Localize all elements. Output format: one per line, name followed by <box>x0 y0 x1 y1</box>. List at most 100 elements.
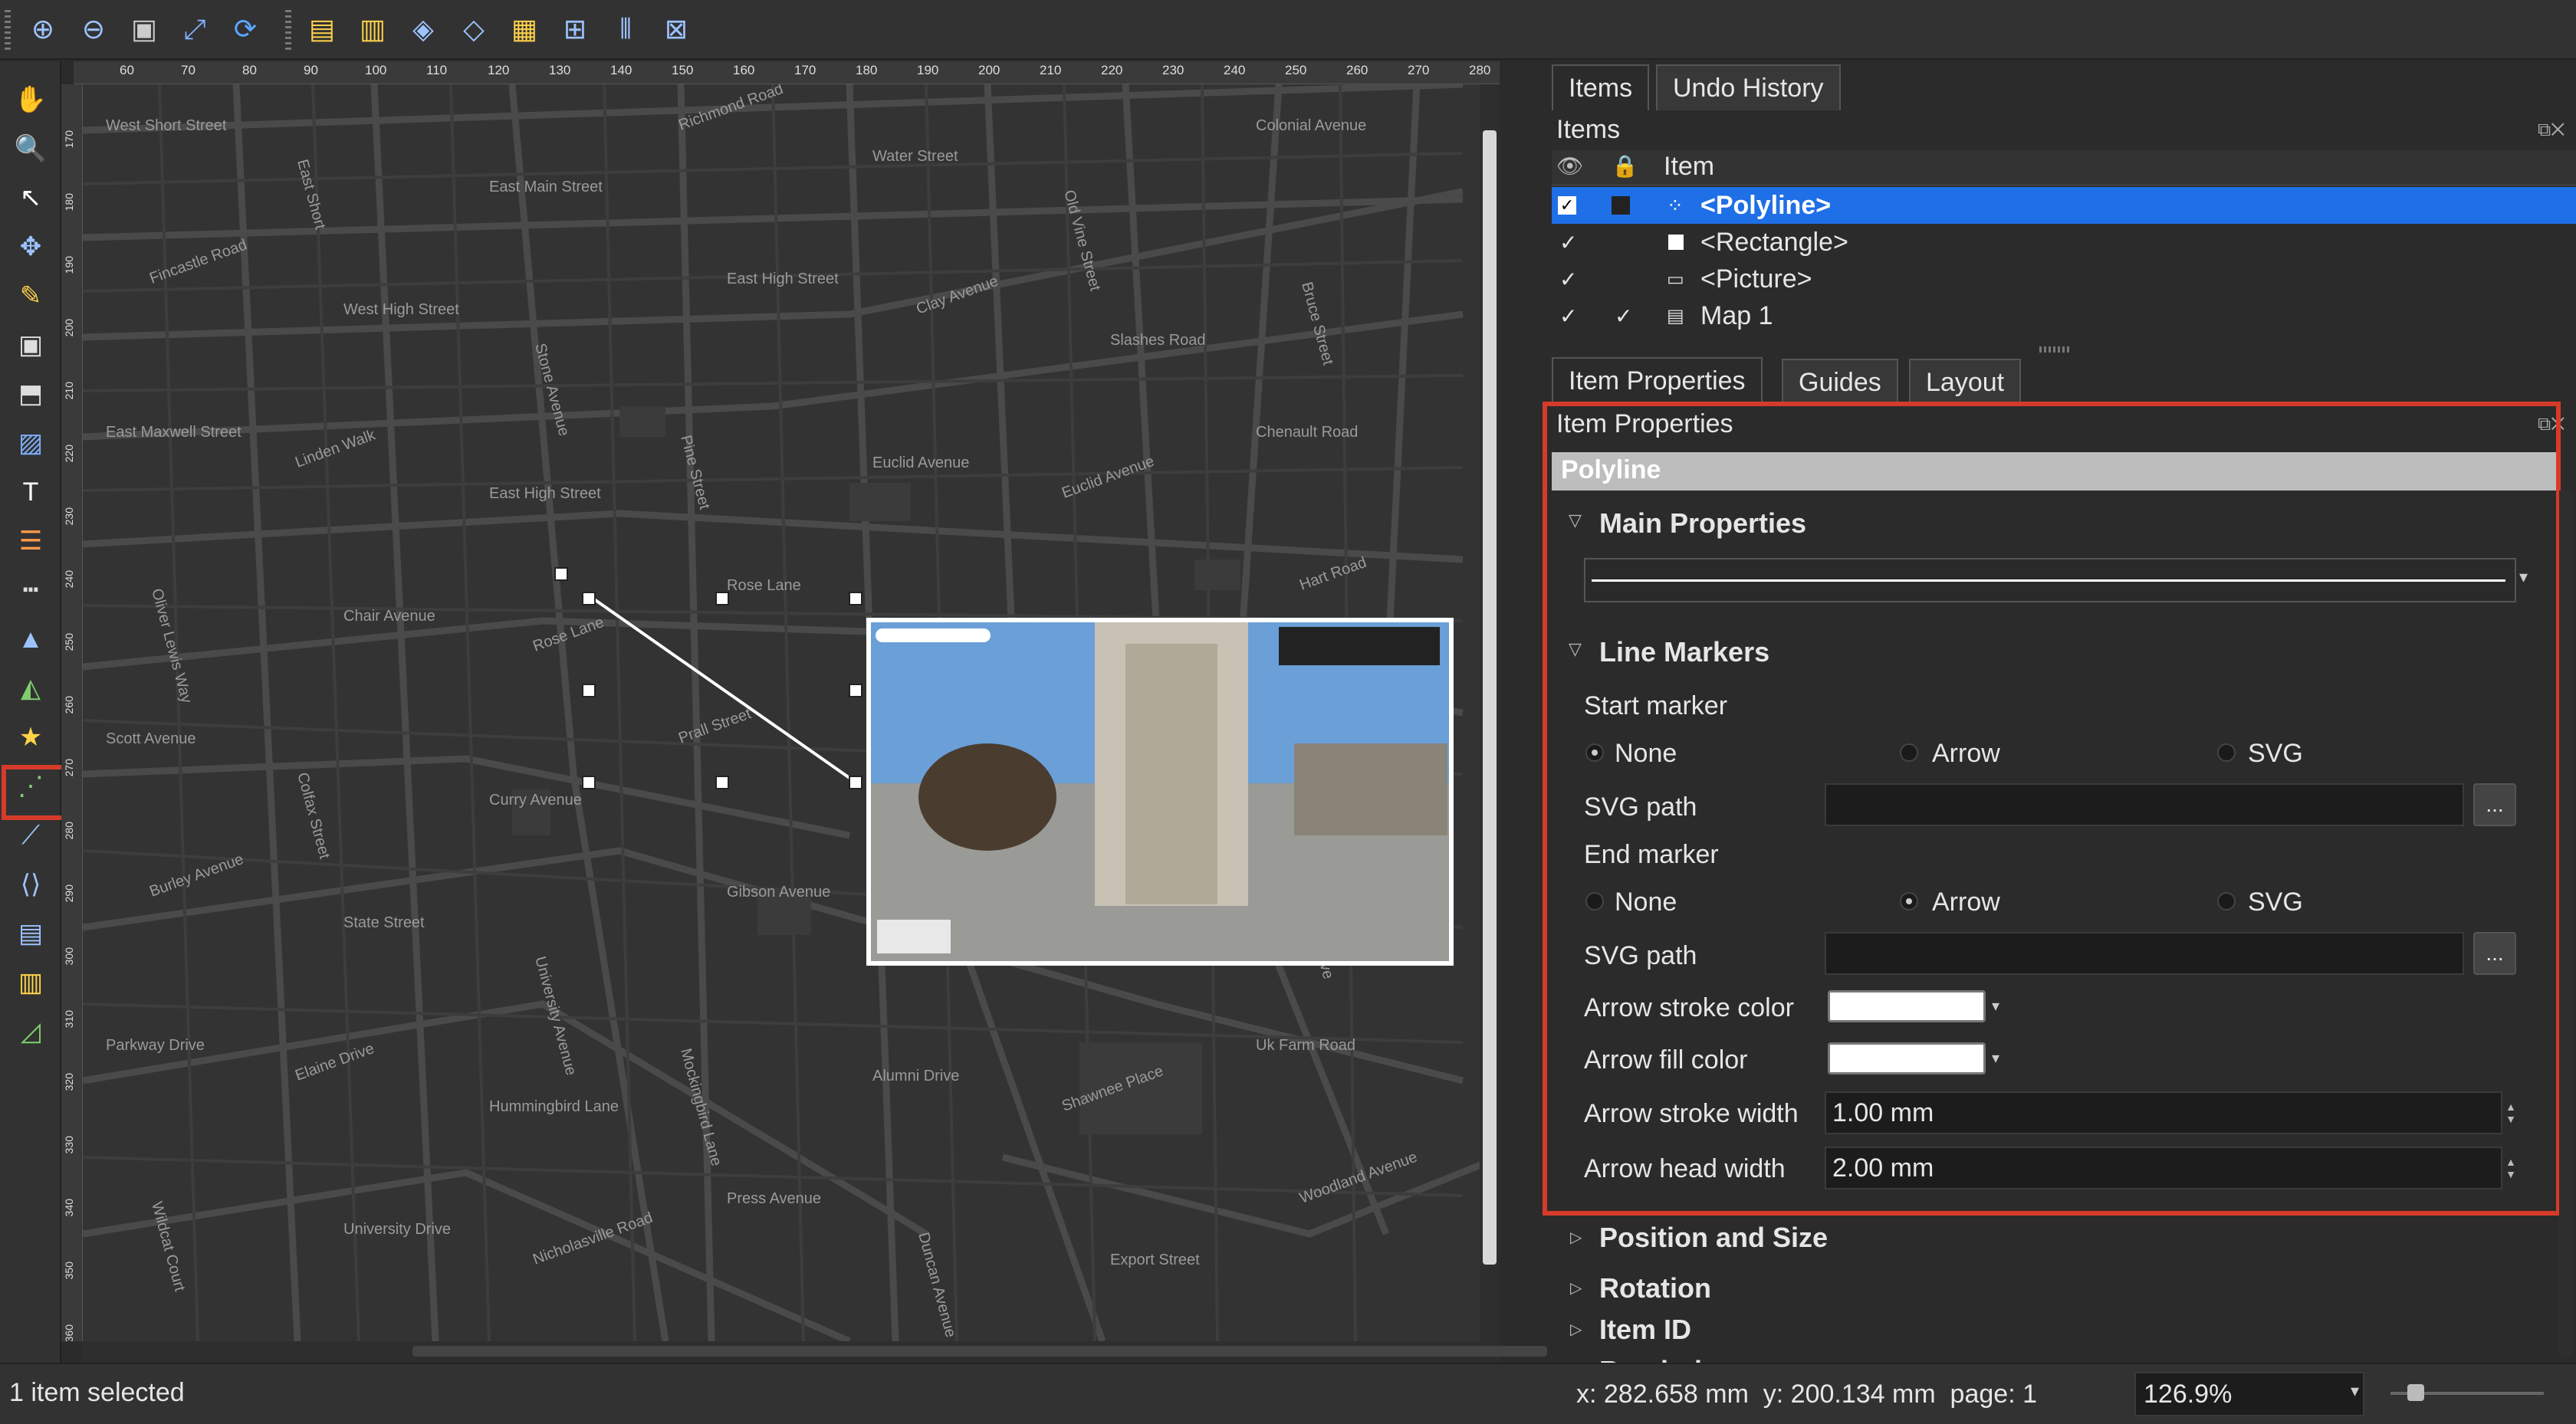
ruler-tick-label: 270 <box>63 759 75 777</box>
add-fixed-table-icon[interactable]: ▥ <box>9 961 52 1004</box>
move-content-icon[interactable]: ✥ <box>9 225 52 268</box>
lock-checkbox[interactable]: ✓ <box>1615 304 1632 329</box>
ungroup-icon[interactable]: ◇ <box>452 8 495 51</box>
zoom-full-icon[interactable]: ⤢ <box>173 8 216 51</box>
edit-nodes-icon[interactable]: ✎ <box>9 274 52 317</box>
top-toolbar: ⊕ ⊖ ▣ ⤢ ⟳ ▤ ▥ ◈ ◇ ▦ ⊞ ⫴ ⊠ <box>0 0 2576 60</box>
item-id-header[interactable]: Item ID <box>1599 1314 1691 1346</box>
polyline-icon: ⁘ <box>1667 193 1684 217</box>
add-node-icon[interactable]: ⟋ <box>9 814 52 857</box>
item-label: <Picture> <box>1700 264 1812 294</box>
scroll-thumb[interactable] <box>1483 130 1497 1265</box>
item-row-picture[interactable]: ✓ ▭ <Picture> <box>1552 261 2576 297</box>
map-street-label: Colfax Street <box>294 771 333 861</box>
visibility-checkbox[interactable]: ✓ <box>1558 196 1576 215</box>
map-street-label: Oliver Lewis Way <box>148 587 195 705</box>
rotation-header[interactable]: Rotation <box>1599 1272 1711 1304</box>
item-row-polyline[interactable]: ✓ ⁘ <Polyline> <box>1552 187 2576 224</box>
add-map-icon[interactable]: ▣ <box>9 323 52 366</box>
zoom-actual-icon[interactable]: ▣ <box>123 8 166 51</box>
zoom-combobox[interactable]: 126.9% <box>2134 1372 2364 1416</box>
add-picture-icon[interactable]: ▨ <box>9 422 52 464</box>
rendering-header[interactable]: Rendering <box>1599 1355 1736 1363</box>
selection-handle[interactable] <box>715 592 729 605</box>
selection-handle[interactable] <box>582 592 596 605</box>
zoom-tool-icon[interactable]: 🔍 <box>9 127 52 170</box>
float-close-icon[interactable]: ⧉✕ <box>2538 120 2564 141</box>
raise-icon[interactable]: ▥ <box>351 8 394 51</box>
selection-handle[interactable] <box>849 776 863 789</box>
ruler-tick-label: 190 <box>917 63 939 77</box>
zoom-slider[interactable] <box>2390 1384 2544 1401</box>
add-elevation-profile-icon[interactable]: ◿ <box>9 1010 52 1053</box>
add-north-arrow-icon[interactable]: ▲ <box>9 618 52 661</box>
add-html-icon[interactable]: ⟨⟩ <box>9 863 52 906</box>
add-scalebar-icon[interactable]: ┅ <box>9 569 52 612</box>
tab-guides[interactable]: Guides <box>1782 359 1898 405</box>
lock-icon[interactable]: ⊠ <box>655 8 698 51</box>
add-legend-icon[interactable]: ☰ <box>9 520 52 563</box>
selection-handle[interactable] <box>582 776 596 789</box>
toolbar-grip[interactable] <box>5 10 11 50</box>
lower-icon[interactable]: ▤ <box>301 8 343 51</box>
tab-undo-history[interactable]: Undo History <box>1656 64 1841 110</box>
add-table-icon[interactable]: ▤ <box>9 912 52 955</box>
layout-canvas[interactable]: West Short Street East Short East Main Str… <box>83 84 1500 1341</box>
item-row-rectangle[interactable]: ✓ <Rectangle> <box>1552 224 2576 261</box>
tab-layout[interactable]: Layout <box>1909 359 2022 405</box>
visibility-column-icon[interactable]: 👁 <box>1556 153 1584 179</box>
align-icon[interactable]: ▦ <box>503 8 546 51</box>
resize-icon[interactable]: ⫴ <box>604 8 647 51</box>
properties-scrollbar[interactable] <box>2559 491 2573 1357</box>
highlight-add-arrow-tool <box>2 765 69 820</box>
expand-triangle-icon[interactable]: ▷ <box>1570 1228 1582 1247</box>
refresh-icon[interactable]: ⟳ <box>224 8 267 51</box>
selection-handle[interactable] <box>715 776 729 789</box>
scroll-thumb[interactable] <box>412 1346 1547 1357</box>
canvas-horizontal-scrollbar[interactable] <box>83 1341 1547 1361</box>
selection-handle[interactable] <box>582 684 596 697</box>
ruler-tick-label: 360 <box>63 1324 75 1341</box>
position-size-header[interactable]: Position and Size <box>1599 1222 1828 1254</box>
item-row-map[interactable]: ✓ ✓ ▤ Map 1 <box>1552 297 2576 334</box>
map-1[interactable]: West Short Street East Short East Main Str… <box>83 84 1500 1341</box>
selection-status: 1 item selected <box>9 1378 185 1407</box>
map-street-label: Press Avenue <box>727 1190 821 1207</box>
selection-handle[interactable] <box>849 592 863 605</box>
lock-checkbox[interactable] <box>1612 196 1630 215</box>
selection-handle[interactable] <box>554 567 568 581</box>
chevron-down-icon[interactable]: ▾ <box>2351 1381 2359 1401</box>
map-street-label: State Street <box>343 914 425 931</box>
picture-item[interactable] <box>866 618 1454 966</box>
ruler-tick-label: 210 <box>63 382 75 400</box>
highlight-properties <box>1543 402 2561 1216</box>
add-marker-icon[interactable]: ★ <box>9 716 52 759</box>
visibility-checkbox[interactable]: ✓ <box>1559 267 1577 292</box>
tab-items[interactable]: Items <box>1552 64 1650 110</box>
toolbar-grip[interactable] <box>285 10 291 50</box>
item-column-header[interactable]: Item <box>1664 152 1714 182</box>
select-icon[interactable]: ↖ <box>9 176 52 219</box>
zoom-slider-handle[interactable] <box>2407 1384 2424 1401</box>
add-3d-map-icon[interactable]: ⬒ <box>9 372 52 415</box>
visibility-checkbox[interactable]: ✓ <box>1559 230 1577 255</box>
selection-handle[interactable] <box>849 684 863 697</box>
ruler-tick-label: 200 <box>63 319 75 337</box>
ruler-tick-label: 230 <box>63 507 75 526</box>
group-icon[interactable]: ◈ <box>402 8 445 51</box>
splitter-handle[interactable] <box>2039 346 2070 353</box>
expand-triangle-icon[interactable]: ▷ <box>1570 1320 1582 1339</box>
tab-item-properties[interactable]: Item Properties <box>1552 357 1763 403</box>
zoom-in-icon[interactable]: ⊕ <box>21 8 64 51</box>
visibility-checkbox[interactable]: ✓ <box>1559 304 1577 329</box>
zoom-out-icon[interactable]: ⊖ <box>72 8 115 51</box>
add-label-icon[interactable]: T <box>9 471 52 513</box>
canvas-vertical-scrollbar[interactable] <box>1480 84 1500 1341</box>
distribute-icon[interactable]: ⊞ <box>554 8 596 51</box>
expand-triangle-icon[interactable]: ▷ <box>1570 1278 1582 1298</box>
ruler-tick-label: 240 <box>1224 63 1246 77</box>
lock-column-icon[interactable]: 🔒 <box>1612 153 1638 179</box>
pan-icon[interactable]: ✋ <box>9 78 52 121</box>
add-shape-icon[interactable]: ◭ <box>9 667 52 710</box>
left-toolbar: ✋ 🔍 ↖ ✥ ✎ ▣ ⬒ ▨ T ☰ ┅ ▲ ◭ ★ ⋰ ⟋ ⟨⟩ ▤ ▥ ◿ <box>0 61 61 1364</box>
